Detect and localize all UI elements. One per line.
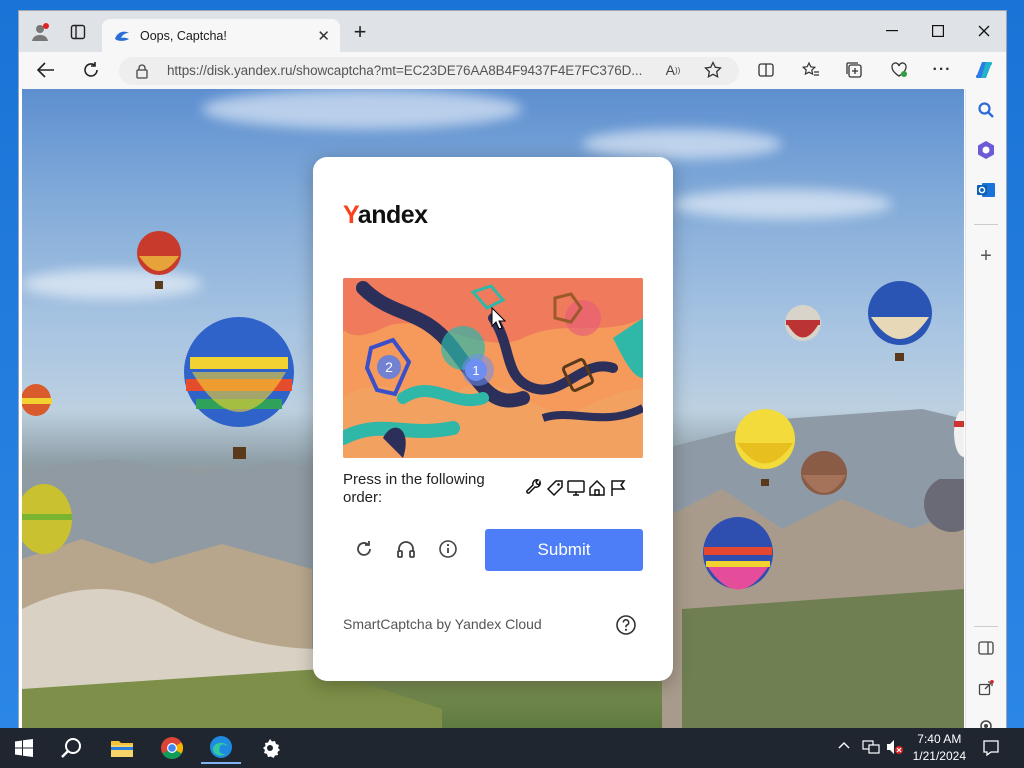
new-tab-icon[interactable]: +: [349, 19, 371, 44]
collections-icon[interactable]: [842, 58, 866, 82]
sidebar-tools-icon[interactable]: [974, 138, 998, 162]
svg-text:1: 1: [472, 363, 479, 378]
tray-chevron-icon[interactable]: [838, 739, 850, 753]
click-marker-1: 1: [462, 354, 494, 386]
monitor-icon: [567, 480, 585, 496]
tag-icon: [546, 480, 563, 497]
more-options-icon[interactable]: ···: [930, 58, 954, 82]
balloon-11: [954, 411, 964, 457]
favorites-icon[interactable]: [799, 58, 823, 82]
edge-sidebar: +: [965, 89, 1006, 729]
back-icon[interactable]: [34, 58, 58, 82]
balloon-5: [785, 305, 821, 341]
search-icon[interactable]: [52, 732, 92, 764]
refresh-icon[interactable]: [79, 58, 103, 82]
navigation-bar: https://disk.yandex.ru/showcaptcha?mt=EC…: [19, 52, 1006, 89]
svg-text:2: 2: [385, 359, 393, 375]
help-icon[interactable]: [615, 614, 637, 636]
tab-title: Oops, Captcha!: [140, 28, 227, 43]
network-icon[interactable]: [862, 739, 880, 758]
title-bar: Oops, Captcha! ✕ +: [19, 11, 1006, 52]
sidebar-external-icon[interactable]: [974, 676, 998, 700]
tab-captcha[interactable]: Oops, Captcha! ✕: [102, 19, 340, 52]
close-window-icon[interactable]: [961, 17, 1006, 45]
settings-icon[interactable]: [250, 732, 290, 764]
balloon-2: [184, 317, 294, 459]
order-icons: [525, 479, 627, 497]
balloon-1: [137, 231, 181, 289]
sidebar-add-icon[interactable]: +: [974, 244, 998, 268]
lock-icon[interactable]: [135, 63, 149, 79]
clock-date: 1/21/2024: [912, 749, 966, 763]
balloon-3: [22, 384, 52, 416]
url-text: https://disk.yandex.ru/showcaptcha?mt=EC…: [167, 63, 643, 78]
flag-icon: [611, 480, 626, 496]
page-content: Yandex 2 1 Press in the following order:…: [22, 89, 964, 729]
balloon-6: [868, 281, 932, 361]
maximize-icon[interactable]: [915, 17, 961, 45]
sidebar-outlook-icon[interactable]: [974, 178, 998, 202]
volume-muted-icon[interactable]: [886, 739, 904, 758]
taskbar: 7:40 AM 1/21/2024: [0, 728, 1024, 768]
balloon-10: [924, 479, 964, 532]
sidebar-divider-bottom: [974, 626, 998, 627]
browser-window: Oops, Captcha! ✕ + https://disk.yandex.r…: [18, 10, 1007, 730]
smartcaptcha-footer: SmartCaptcha by Yandex Cloud: [343, 616, 542, 632]
balloon-9: [703, 517, 773, 590]
favorite-star-icon[interactable]: [701, 58, 725, 82]
submit-button[interactable]: Submit: [485, 529, 643, 571]
balloon-7: [735, 409, 795, 486]
captcha-card: Yandex 2 1 Press in the following order:…: [313, 157, 673, 681]
system-clock[interactable]: 7:40 AM 1/21/2024: [913, 731, 966, 765]
house-icon: [589, 479, 605, 496]
audio-captcha-icon[interactable]: [394, 537, 418, 561]
split-screen-icon[interactable]: [754, 58, 778, 82]
wrench-icon: [526, 479, 541, 494]
notifications-icon[interactable]: [982, 739, 1000, 760]
read-aloud-icon[interactable]: A)): [661, 58, 685, 82]
yandex-logo: Yandex: [343, 201, 428, 229]
start-button-icon[interactable]: [4, 732, 44, 764]
yandex-disk-favicon-icon: [115, 31, 129, 41]
captcha-prompt: Press in the following order:: [343, 471, 485, 506]
balloon-4: [22, 484, 72, 554]
tab-actions-icon[interactable]: [67, 21, 89, 43]
sidebar-hide-icon[interactable]: [974, 636, 998, 660]
chrome-icon[interactable]: [152, 732, 192, 764]
copilot-icon[interactable]: [972, 58, 996, 82]
profile-icon[interactable]: [29, 21, 51, 43]
minimize-icon[interactable]: [869, 17, 915, 45]
sidebar-divider: [974, 224, 998, 225]
edge-icon[interactable]: [201, 732, 241, 764]
tab-close-icon[interactable]: ✕: [317, 27, 330, 45]
captcha-image[interactable]: 2 1: [343, 278, 643, 458]
balloon-8: [801, 451, 847, 495]
sidebar-search-icon[interactable]: [974, 98, 998, 122]
address-bar[interactable]: https://disk.yandex.ru/showcaptcha?mt=EC…: [119, 57, 739, 85]
file-explorer-icon[interactable]: [102, 732, 142, 764]
info-icon[interactable]: [436, 537, 460, 561]
clock-time: 7:40 AM: [917, 732, 962, 746]
browser-essentials-icon[interactable]: [887, 58, 911, 82]
refresh-captcha-icon[interactable]: [352, 537, 376, 561]
